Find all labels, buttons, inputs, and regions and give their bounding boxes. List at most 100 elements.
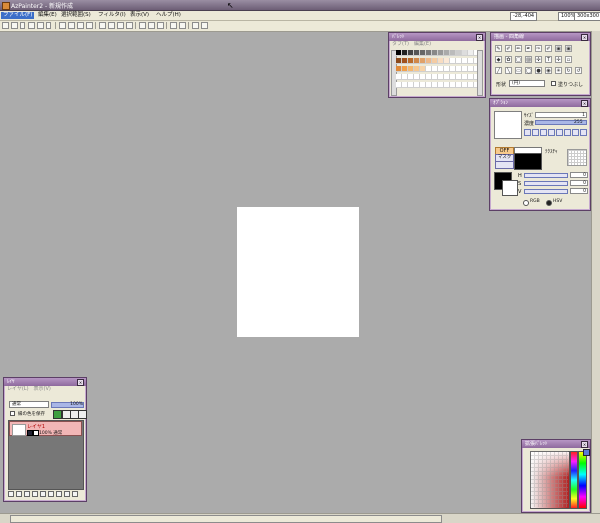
layer-action-icon[interactable] <box>64 491 70 497</box>
window-icon[interactable] <box>117 22 124 29</box>
tool-icon[interactable]: ↻ <box>565 67 572 74</box>
menu-filter[interactable]: フィルタ(I) <box>96 12 128 19</box>
menu-edit[interactable]: 編集(E) <box>36 12 59 19</box>
tool-icon[interactable]: ◆ <box>495 56 502 63</box>
fill-checkbox[interactable] <box>551 81 556 86</box>
tool-icon[interactable]: ▢ <box>515 56 522 63</box>
panel-toggle-icon[interactable] <box>77 22 84 29</box>
tool-icon[interactable]: ╲ <box>505 67 512 74</box>
menu-view[interactable]: 表示(V) <box>128 12 151 19</box>
hsv-radio[interactable] <box>546 200 552 206</box>
layer-action-icon[interactable] <box>48 491 54 497</box>
dropdown-arrow-icon[interactable] <box>46 22 51 29</box>
brush-preset-button[interactable] <box>532 129 539 136</box>
brush-preset-button[interactable] <box>564 129 571 136</box>
tool-icon[interactable]: ✎ <box>495 45 502 52</box>
texture-preview[interactable] <box>567 149 587 166</box>
menu-file[interactable]: ファイル(F) <box>1 12 35 19</box>
canvas-page[interactable] <box>237 207 359 337</box>
size-field[interactable]: 1 <box>535 112 587 118</box>
value-slider[interactable] <box>524 189 568 194</box>
panel-toggle-icon[interactable] <box>68 22 75 29</box>
close-icon[interactable]: × <box>581 34 588 41</box>
grid-icon[interactable] <box>99 22 106 29</box>
hue-field[interactable]: 0 <box>570 172 588 178</box>
tool-icon[interactable]: ✑ <box>535 45 542 52</box>
close-icon[interactable]: × <box>581 100 588 107</box>
layer-action-icon[interactable] <box>72 491 78 497</box>
mask-color-preview[interactable] <box>514 153 542 170</box>
tool-icon[interactable]: ▫ <box>565 56 572 63</box>
tool-icon[interactable]: ✐ <box>545 45 552 52</box>
value-field[interactable]: 0 <box>570 188 588 194</box>
pen-icon[interactable] <box>192 22 199 29</box>
undo-icon[interactable] <box>170 22 177 29</box>
layer-action-icon[interactable] <box>16 491 22 497</box>
shape-select[interactable]: (円) <box>509 80 545 87</box>
tool-icon[interactable]: ▣ <box>555 45 562 52</box>
tool-icon[interactable]: ▭ <box>515 67 522 74</box>
panel-toggle-icon[interactable] <box>59 22 66 29</box>
layer-action-icon[interactable] <box>8 491 14 497</box>
redo-icon[interactable] <box>179 22 186 29</box>
open-file-icon[interactable] <box>11 22 18 29</box>
layer-tabs[interactable]: レイヤ(L) 表示(V) <box>4 386 86 393</box>
layer-action-icon[interactable] <box>32 491 38 497</box>
split-view-icon[interactable] <box>108 22 115 29</box>
tool-icon[interactable]: ✢ <box>555 56 562 63</box>
background-color[interactable] <box>502 180 518 196</box>
hue-strip[interactable] <box>570 451 578 509</box>
save-icon[interactable] <box>28 22 35 29</box>
tool-icon[interactable]: ✏ <box>515 45 522 52</box>
new-file-icon[interactable] <box>2 22 9 29</box>
tool-icon[interactable]: ✳ <box>555 67 562 74</box>
layer-row[interactable]: レイヤ1 100% 通常 <box>9 421 82 436</box>
brush-preset-button[interactable] <box>524 129 531 136</box>
layer-action-icon[interactable] <box>56 491 62 497</box>
tool-icon[interactable]: ✒ <box>525 45 532 52</box>
zoom-out-icon[interactable] <box>148 22 155 29</box>
color-strip[interactable] <box>578 451 587 509</box>
brush-preset-button[interactable] <box>540 129 547 136</box>
tool-icon[interactable]: ↺ <box>575 67 582 74</box>
tool-icon[interactable]: ▨ <box>525 56 532 63</box>
palette-tabs[interactable]: タブ(T) 編集(E) <box>389 41 485 48</box>
save-as-icon[interactable] <box>37 22 44 29</box>
vertical-scrollbar[interactable] <box>591 31 600 513</box>
palette-side-strip[interactable] <box>391 50 397 96</box>
layer-mode-icon[interactable] <box>78 410 87 419</box>
rgb-radio[interactable] <box>523 200 529 206</box>
brush-preset-button[interactable] <box>548 129 555 136</box>
brush-preset-button[interactable] <box>556 129 563 136</box>
palette-scrollbar[interactable] <box>477 50 483 96</box>
blend-mode-select[interactable]: 通常 <box>9 401 49 408</box>
panel-toggle-icon[interactable] <box>86 22 93 29</box>
hue-slider[interactable] <box>524 173 568 178</box>
zoom-in-icon[interactable] <box>139 22 146 29</box>
tool-icon[interactable]: ✐ <box>505 45 512 52</box>
layer-action-icon[interactable] <box>40 491 46 497</box>
tool-icon[interactable]: ▣ <box>565 45 572 52</box>
tool-icon[interactable]: ✣ <box>535 56 542 63</box>
zoom-reset-icon[interactable] <box>157 22 164 29</box>
opacity-slider[interactable]: 100% <box>51 402 84 408</box>
layer-action-icon[interactable] <box>24 491 30 497</box>
menu-selection[interactable]: 選択範囲(S) <box>59 12 93 19</box>
saturation-slider[interactable] <box>524 181 568 186</box>
brush-preset-button[interactable] <box>580 129 587 136</box>
menu-help[interactable]: ヘルプ(H) <box>154 12 183 19</box>
tool-icon[interactable]: ✿ <box>505 56 512 63</box>
close-icon[interactable]: × <box>77 379 84 386</box>
tool-icon[interactable]: ◉ <box>545 67 552 74</box>
close-icon[interactable]: × <box>476 34 483 41</box>
spoit-icon[interactable] <box>201 22 208 29</box>
window-icon[interactable] <box>126 22 133 29</box>
saturation-field[interactable]: 0 <box>570 180 588 186</box>
layer-mode-icon[interactable] <box>53 410 62 419</box>
palette-option-icon[interactable] <box>583 449 590 456</box>
mask-mode-button[interactable] <box>495 161 514 169</box>
tool-icon[interactable]: ● <box>535 67 542 74</box>
tool-icon[interactable]: ◯ <box>525 67 532 74</box>
dropdown-arrow-icon[interactable] <box>20 22 25 29</box>
brush-preset-button[interactable] <box>572 129 579 136</box>
